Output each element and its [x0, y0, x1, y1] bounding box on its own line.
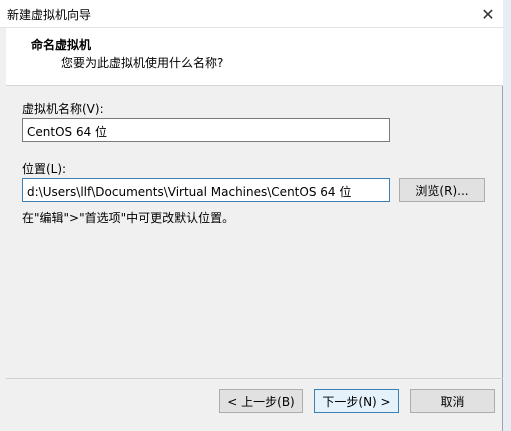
close-icon[interactable]: ✕	[473, 0, 503, 28]
footer-divider	[6, 378, 503, 379]
vm-name-label: 虚拟机名称(V):	[22, 102, 104, 116]
background-app-right	[503, 0, 511, 431]
browse-button[interactable]: 浏览(R)...	[399, 178, 485, 202]
new-vm-wizard-dialog: 新建虚拟机向导 ✕ 命名虚拟机 您要为此虚拟机使用什么名称? 虚拟机名称(V):…	[0, 0, 503, 431]
wizard-header: 命名虚拟机 您要为此虚拟机使用什么名称?	[6, 28, 503, 86]
back-button[interactable]: < 上一步(B)	[219, 389, 303, 413]
vm-name-input[interactable]: CentOS 64 位	[22, 118, 390, 142]
page-subtitle: 您要为此虚拟机使用什么名称?	[61, 56, 224, 70]
window-title: 新建虚拟机向导	[7, 8, 92, 22]
page-title: 命名虚拟机	[31, 38, 92, 52]
next-button[interactable]: 下一步(N) >	[314, 389, 399, 413]
cancel-button[interactable]: 取消	[410, 389, 495, 413]
location-input[interactable]: d:\Users\llf\Documents\Virtual Machines\…	[22, 178, 390, 202]
location-label: 位置(L):	[22, 162, 67, 176]
location-hint: 在"编辑">"首选项"中可更改默认位置。	[22, 211, 235, 225]
title-bar: 新建虚拟机向导 ✕	[0, 0, 503, 28]
